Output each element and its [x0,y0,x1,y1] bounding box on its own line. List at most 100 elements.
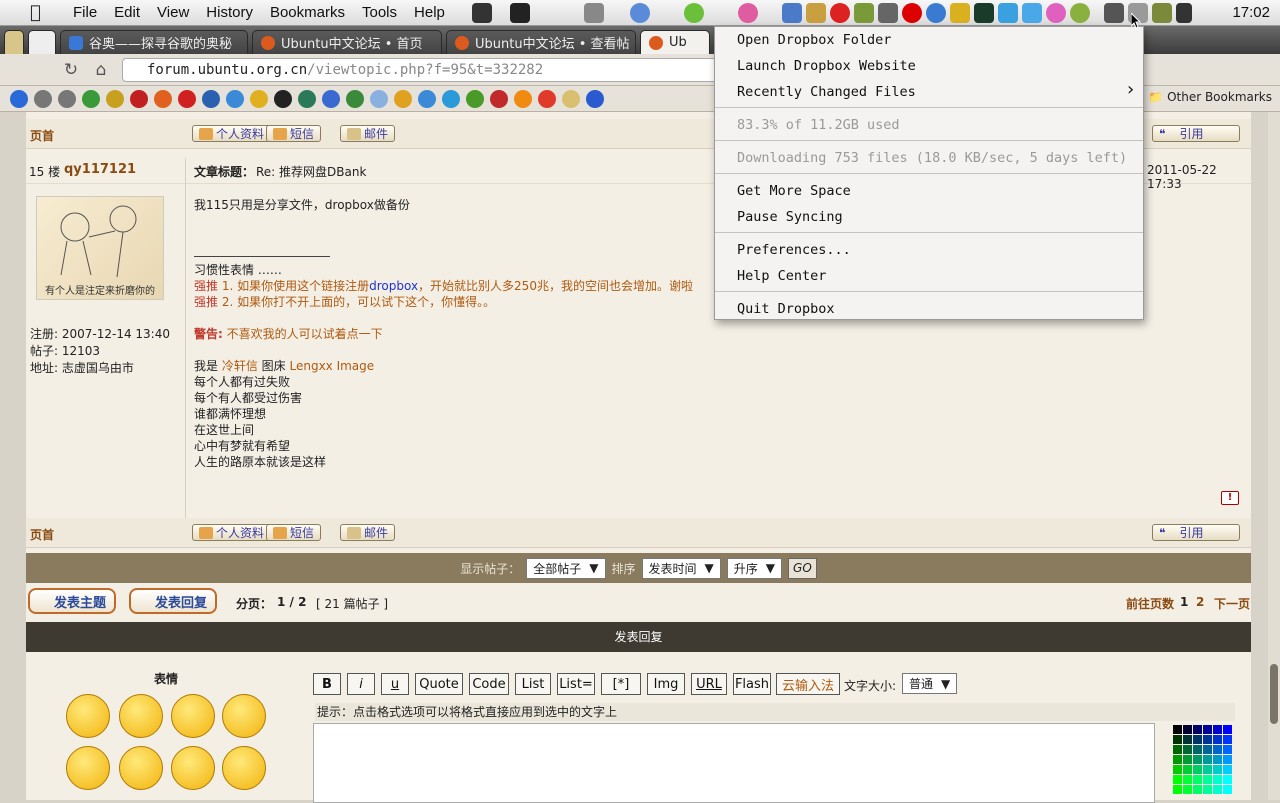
warn-text[interactable]: 不喜欢我的人可以试着点一下 [223,327,383,341]
bookmark-icon[interactable] [154,89,172,108]
screenshot-icon[interactable] [584,3,604,23]
color-swatch[interactable] [1213,785,1222,794]
weather-icon[interactable] [950,3,970,23]
smiley-shy-icon[interactable] [222,694,266,738]
sort-select[interactable]: 发表时间 ▼ [641,557,721,579]
quote-tag-button[interactable]: Quote [415,673,463,695]
color-swatch[interactable] [1193,765,1202,774]
color-swatch[interactable] [1213,725,1222,734]
bookmark-icon[interactable] [106,89,124,108]
bookmark-icon[interactable] [274,89,292,108]
underline-button[interactable]: u [381,673,409,695]
color-swatch[interactable] [1223,735,1232,744]
color-swatch[interactable] [1223,775,1232,784]
new-topic-button[interactable]: 发表主题 [28,588,117,614]
smiley-laugh-icon[interactable] [66,746,110,790]
color-swatch[interactable] [1223,725,1232,734]
pidgin-icon[interactable] [684,3,704,23]
color-swatch[interactable] [1203,725,1212,734]
bookmark-icon[interactable] [514,89,532,108]
box-icon[interactable] [1022,3,1042,23]
bookmark-icon[interactable] [58,89,76,108]
color-swatch[interactable] [1183,765,1192,774]
pm-button[interactable]: 短信 [266,125,322,142]
color-swatch[interactable] [1193,775,1202,784]
rec2-text[interactable]: 2. 如果你打不开上面的，可以试下这个，你懂得。。 [218,295,495,309]
tab-ubuntu-index[interactable]: Ubuntu中文论坛 • 首页 [252,30,442,54]
smiley-happy-icon[interactable] [66,694,110,738]
help-center[interactable]: Help Center [737,266,826,286]
launch-dropbox-website[interactable]: Launch Dropbox Website [737,56,916,76]
bookmark-icon[interactable] [82,89,100,108]
tab-pinned[interactable] [4,30,24,54]
bookmark-icon[interactable] [586,89,604,108]
bird-icon[interactable] [998,3,1018,23]
bookmark-icon[interactable] [178,89,196,108]
bookmark-icon[interactable] [34,89,52,108]
cloud-ime-button[interactable]: 云输入法 [776,673,840,695]
bookmark-icon[interactable] [466,89,484,108]
color-swatch[interactable] [1173,765,1182,774]
image-host-link[interactable]: Lengxx Image [289,359,374,373]
puzzle-icon[interactable] [1152,3,1172,23]
ordered-list-button[interactable]: List= [557,673,595,695]
smiley-grin-icon[interactable] [119,746,163,790]
code-button[interactable]: Code [469,673,509,695]
terminal-icon[interactable] [510,3,530,23]
tab-google[interactable]: 谷奥——探寻谷歌的奥秘 [60,30,248,54]
bookmark-icon[interactable] [370,89,388,108]
color-swatch[interactable] [1193,755,1202,764]
color-swatch[interactable] [1173,775,1182,784]
bookmark-icon[interactable] [130,89,148,108]
sysmonitor-icon[interactable] [974,3,994,23]
tab-ubuntu-topic[interactable]: Ubuntu中文论坛 • 查看帖 [446,30,636,54]
volume-icon[interactable] [1176,3,1192,23]
pm-button[interactable]: 短信 [266,524,322,541]
reply-button[interactable]: 发表回复 [129,588,218,614]
color-swatch[interactable] [1183,775,1192,784]
edit-icon[interactable] [806,3,826,23]
open-dropbox-folder[interactable]: Open Dropbox Folder [737,30,891,50]
reload-icon[interactable]: ↻ [60,59,82,81]
menu-file[interactable]: File [73,4,97,21]
email-button[interactable]: 邮件 [340,125,396,142]
menu-edit[interactable]: Edit [114,4,140,21]
trash-icon[interactable] [878,3,898,23]
color-swatch[interactable] [1183,735,1192,744]
smiley-icon[interactable] [1070,3,1090,23]
color-swatch[interactable] [1183,745,1192,754]
color-swatch[interactable] [1193,745,1202,754]
color-swatch[interactable] [1203,775,1212,784]
color-swatch[interactable] [1213,765,1222,774]
color-swatch[interactable] [1213,735,1222,744]
go-button[interactable]: GO [788,557,817,579]
color-swatch[interactable] [1193,735,1202,744]
bookmark-icon[interactable] [442,89,460,108]
bookmark-icon[interactable] [226,89,244,108]
color-swatch[interactable] [1203,755,1212,764]
opera-icon[interactable] [902,3,922,23]
bookmark-icon[interactable] [10,89,28,108]
pause-syncing[interactable]: Pause Syncing [737,207,843,227]
color-swatch[interactable] [1173,745,1182,754]
color-swatch[interactable] [1213,775,1222,784]
next-page-link[interactable]: 下一页 [1214,595,1250,612]
list-item-button[interactable]: [*] [601,673,641,695]
color-swatch[interactable] [1203,735,1212,744]
bookmark-icon[interactable] [418,89,436,108]
home-icon[interactable]: ⌂ [90,59,112,81]
smiley-cool-icon[interactable] [171,694,215,738]
recently-changed-files[interactable]: Recently Changed Files [737,82,916,102]
menu-help[interactable]: Help [414,4,445,21]
color-swatch[interactable] [1213,745,1222,754]
apple-menu-icon[interactable]:  [30,2,56,23]
bookmark-icon[interactable] [298,89,316,108]
italic-button[interactable]: i [347,673,375,695]
menu-view[interactable]: View [157,4,189,21]
scrollbar-thumb[interactable] [1270,664,1278,724]
quote-button[interactable]: ❝ 引用 [1152,125,1240,142]
globe-icon[interactable] [926,3,946,23]
page-top-link[interactable]: 页首 [30,127,54,144]
color-swatch[interactable] [1203,785,1212,794]
img-button[interactable]: Img [647,673,685,695]
